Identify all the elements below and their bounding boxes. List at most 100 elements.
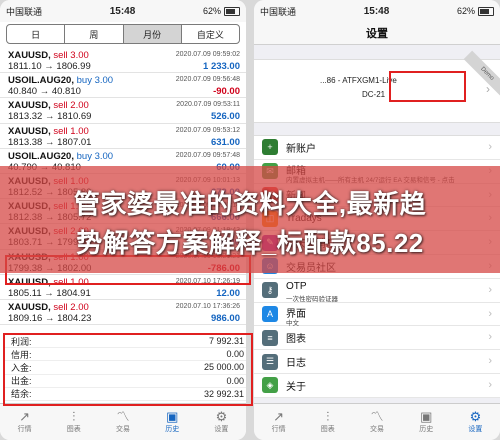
trade-header: USOIL.AUG20, buy 3.00 xyxy=(8,151,113,162)
trend-icon: ↗ xyxy=(273,409,285,424)
trade-action: sell 1.00 xyxy=(53,125,89,137)
trade-date: 2020.07.09 09:59:02 xyxy=(175,51,240,58)
trade-header: XAUUSD, sell 2.00 xyxy=(8,302,89,313)
trade-header: XAUUSD, sell 2.00 xyxy=(8,100,89,111)
menu-item-subtitle: 一次性密码验证器 xyxy=(286,295,338,303)
trade-profit: 526.00 xyxy=(210,111,240,123)
tab-label: 设置 xyxy=(468,426,483,433)
tab-trade[interactable]: 〽交易 xyxy=(352,404,401,440)
chart-settings-icon: ≡ xyxy=(262,329,278,346)
trade-action: buy 3.00 xyxy=(76,75,114,87)
clock: 15:48 xyxy=(363,5,390,17)
log-icon: ☰ xyxy=(262,353,278,370)
menu-item-subtitle: 中文 xyxy=(286,319,299,327)
account-server: ...86 - ATFXGM1-Live xyxy=(320,76,397,85)
tab-label: 历史 xyxy=(165,426,180,433)
menu-item[interactable]: ◈ 关于 › xyxy=(254,374,500,398)
battery-icon xyxy=(477,6,494,16)
history-row[interactable]: XAUUSD, sell 2.00 1813.32 → 1810.69 2020.0… xyxy=(0,98,246,124)
page-title: 设置 xyxy=(254,22,500,45)
chevron-right-icon: › xyxy=(488,283,492,296)
clock: 15:48 xyxy=(109,5,136,17)
bottom-tab-bar: ↗ 行情 ⫶ 图表 〽交易 ▣ 历史 ⚙ 设置 xyxy=(254,403,500,440)
gear-icon: ⚙ xyxy=(215,409,228,424)
trade-prices: 1805.11 → 1804.91 xyxy=(8,287,91,299)
chevron-right-icon: › xyxy=(488,355,492,368)
trade-icon: 〽 xyxy=(370,409,384,424)
tab-label: 行情 xyxy=(17,426,32,433)
tab-chart[interactable]: ⫶ 图表 xyxy=(49,404,98,440)
carrier-label: 中国联通 xyxy=(6,6,43,17)
trade-action: sell 3.00 xyxy=(53,50,89,61)
tab-chart[interactable]: ⫶ 图表 xyxy=(303,404,352,440)
menu-item-label: 日志 xyxy=(286,358,306,370)
tab-trade[interactable]: 〽交易 xyxy=(98,404,147,440)
trade-action: sell 2.00 xyxy=(53,301,89,313)
history-icon: ▣ xyxy=(166,409,179,424)
period-month[interactable]: 月份 xyxy=(123,25,182,43)
banner-line-1: 管家婆最准的资料大全,最新趋 xyxy=(73,189,427,219)
menu-item-label: OTP xyxy=(286,280,307,292)
tab-history[interactable]: ▣ 历史 xyxy=(148,404,197,440)
history-icon: ▣ xyxy=(420,409,433,424)
account-id: DC-21 xyxy=(362,90,386,99)
trade-prices: 1809.16 → 1804.23 xyxy=(8,312,92,324)
trade-symbol: XAUUSD, xyxy=(8,100,51,112)
tab-gear[interactable]: ⚙ 设置 xyxy=(451,404,500,440)
bottom-tab-bar: ↗ 行情 ⫶ 图表 〽交易 ▣ 历史 ⚙ 设置 xyxy=(0,403,246,440)
period-week[interactable]: 周 xyxy=(65,25,124,43)
tab-label: 历史 xyxy=(419,426,434,433)
add-user-icon: + xyxy=(262,139,278,156)
menu-item[interactable]: ≡ 图表 › xyxy=(254,326,500,351)
about-icon: ◈ xyxy=(262,377,278,394)
gear-icon: ⚙ xyxy=(469,409,482,424)
tab-history[interactable]: ▣ 历史 xyxy=(402,404,451,440)
trade-date: 2020.07.09 09:56:48 xyxy=(175,76,240,84)
period-custom[interactable]: 自定义 xyxy=(182,25,239,43)
menu-item[interactable]: ⚷ OTP 一次性密码验证器 › xyxy=(254,279,500,303)
highlight-box-summary xyxy=(3,333,253,406)
trend-icon: ↗ xyxy=(19,409,31,424)
trade-prices: 1813.38 → 1807.01 xyxy=(8,136,92,148)
chevron-right-icon: › xyxy=(488,307,492,320)
trade-symbol: USOIL.AUG20, xyxy=(8,150,74,162)
history-row[interactable]: XAUUSD, sell 3.00 1811.10 → 1806.99 2020.0… xyxy=(0,48,246,74)
highlight-box-account xyxy=(389,71,466,102)
trade-prices: 40.840 → 40.810 xyxy=(8,86,81,98)
otp-icon: ⚷ xyxy=(262,282,278,299)
period-day[interactable]: 日 xyxy=(7,25,66,43)
history-row[interactable]: XAUUSD, sell 2.00 1809.16 → 1804.23 2020.0… xyxy=(0,300,246,326)
menu-item-label: 图表 xyxy=(286,334,306,346)
period-selector: 日 周 月份 自定义 xyxy=(6,24,240,44)
tab-label: 设置 xyxy=(214,426,229,433)
tab-gear[interactable]: ⚙ 设置 xyxy=(197,404,246,440)
history-row[interactable]: USOIL.AUG20, buy 3.00 40.840 → 40.810 2020… xyxy=(0,73,246,99)
carrier-label: 中国联通 xyxy=(260,6,297,17)
menu-item[interactable]: A 界面 中文 › xyxy=(254,303,500,327)
account-ribbon: Demo xyxy=(463,50,500,98)
menu-item[interactable]: + 新账户 › xyxy=(254,136,500,160)
trade-date: 2020.07.09 09:53:12 xyxy=(175,126,240,134)
trade-profit: 12.00 xyxy=(216,287,240,299)
trade-icon: 〽 xyxy=(116,409,130,424)
trade-symbol: XAUUSD, xyxy=(8,50,51,61)
tab-label: 行情 xyxy=(271,426,286,433)
status-bar: 中国联通 15:48 62% xyxy=(254,0,500,22)
menu-item[interactable]: ☰ 日志 › xyxy=(254,350,500,374)
history-row[interactable]: XAUUSD, sell 1.00 1813.38 → 1807.01 2020.0… xyxy=(0,124,246,149)
chart-icon: ⫶ xyxy=(326,409,330,424)
chevron-right-icon: › xyxy=(488,331,492,344)
battery-label: 62% xyxy=(456,6,475,16)
status-bar: 中国联通 15:48 62% xyxy=(0,0,246,22)
tab-trend[interactable]: ↗ 行情 xyxy=(254,404,303,440)
trade-symbol: USOIL.AUG20, xyxy=(8,75,74,87)
trade-header: XAUUSD, sell 3.00 xyxy=(8,50,89,61)
chevron-right-icon: › xyxy=(488,141,492,153)
tab-trend[interactable]: ↗ 行情 xyxy=(0,404,49,440)
trade-symbol: XAUUSD, xyxy=(8,301,51,313)
trade-header: USOIL.AUG20, buy 3.00 xyxy=(8,75,113,86)
trade-profit: 1 233.00 xyxy=(203,61,240,72)
trade-profit: -90.00 xyxy=(213,86,240,98)
promo-banner: 管家婆最准的资料大全,最新趋 势解答方案解释_标配款85.22 xyxy=(0,166,500,273)
trade-action: buy 3.00 xyxy=(76,150,114,162)
